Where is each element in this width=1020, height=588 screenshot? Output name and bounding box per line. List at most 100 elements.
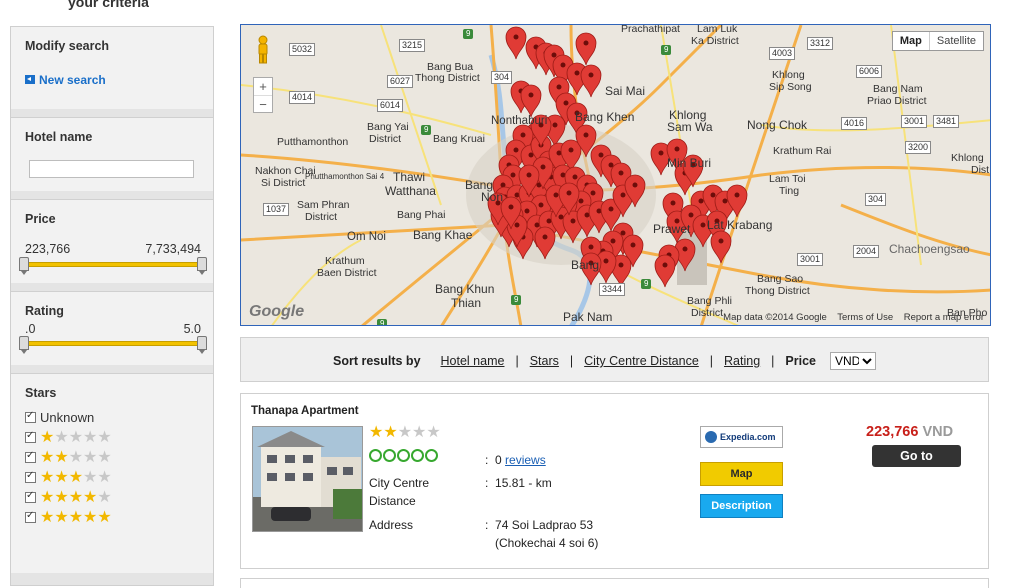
hotel-name-heading: Hotel name: [25, 130, 93, 144]
review-circle-icon: [425, 449, 438, 462]
star-icon: ★: [426, 422, 441, 441]
map-label: District: [305, 211, 338, 223]
stars-filter-checkbox[interactable]: [25, 410, 36, 423]
stars-filter-option[interactable]: ★★★★★: [25, 448, 112, 466]
stars-filter-option[interactable]: ★★★★★: [25, 468, 112, 486]
new-search-label: New search: [39, 73, 106, 87]
map-label: Bang Phai: [397, 209, 446, 221]
map-label: Krathum Rai: [773, 145, 832, 157]
map-label: Chachoengsao: [889, 242, 970, 256]
pin-dot: [563, 100, 569, 106]
pin-dot: [542, 234, 548, 240]
stars-filter-option[interactable]: ★★★★★: [25, 508, 112, 526]
sort-distance-link[interactable]: City Centre Distance: [584, 354, 699, 368]
zoom-in-button[interactable]: +: [254, 78, 272, 95]
map-button[interactable]: Map: [700, 462, 783, 486]
map-label: Nong Chok: [747, 118, 808, 132]
stars-filter-checkbox[interactable]: [25, 490, 36, 503]
stars-filter-checkbox[interactable]: [25, 510, 36, 523]
go-to-button[interactable]: Go to: [872, 445, 961, 467]
map-label: Pak Nam: [563, 310, 613, 324]
modify-search-section: Modify search New search: [11, 27, 213, 109]
pin-dot: [583, 132, 589, 138]
map-label: District: [691, 307, 724, 319]
pin-dot: [513, 34, 519, 40]
price-slider-max-handle[interactable]: [197, 257, 207, 275]
map-label: Khlong: [951, 152, 984, 164]
map-label: Bang Phli: [687, 295, 732, 307]
pin-dot: [546, 218, 552, 224]
rating-min-label: .0: [25, 322, 36, 336]
road-badge: 304: [865, 193, 887, 206]
hotel-map-pin-icon[interactable]: [520, 84, 542, 118]
zoom-out-button[interactable]: −: [254, 95, 272, 112]
hotel-name[interactable]: Thanapa Apartment: [251, 405, 359, 417]
sort-hotel-name-link[interactable]: Hotel name: [441, 354, 505, 368]
rating-slider-min-handle[interactable]: [19, 336, 29, 354]
back-arrow-icon: [25, 75, 35, 84]
star-rating-icons: ★ ★ ★ ★ ★: [40, 489, 112, 505]
pin-dot: [588, 72, 594, 78]
pin-dot: [610, 238, 616, 244]
pin-dot: [566, 190, 572, 196]
map-label: Thong District: [415, 72, 480, 84]
street-view-pegman-icon[interactable]: [255, 35, 271, 65]
results-map[interactable]: Prachathipat Lam Luk Ka District Bang Bu…: [240, 24, 991, 326]
report-map-error-link[interactable]: Report a map error: [904, 312, 984, 323]
hotel-map-pin-icon[interactable]: [580, 64, 602, 98]
review-score-circles: [369, 449, 439, 462]
hotel-map-pin-icon[interactable]: [654, 254, 676, 288]
map-footer: Map data ©2014 Google Terms of Use Repor…: [723, 312, 984, 323]
hotel-name-input[interactable]: [29, 160, 194, 178]
stars-filter-checkbox[interactable]: [25, 430, 36, 443]
pin-dot: [670, 200, 676, 206]
sort-rating-link[interactable]: Rating: [724, 354, 760, 368]
map-label: Thian: [451, 296, 482, 310]
stars-filter-option[interactable]: Unknown: [25, 408, 94, 426]
pin-dot: [620, 192, 626, 198]
pin-dot: [578, 198, 584, 204]
description-button[interactable]: Description: [700, 494, 783, 518]
star-icon: ★: [97, 447, 112, 466]
distance-label: City Centre Distance: [369, 476, 430, 508]
separator: |: [515, 354, 519, 368]
rating-slider-track[interactable]: [23, 341, 203, 346]
stars-filter-checkbox[interactable]: [25, 450, 36, 463]
new-search-link[interactable]: New search: [25, 73, 106, 87]
google-logo: Google: [249, 303, 305, 320]
stars-filter-option[interactable]: ★★★★★: [25, 428, 112, 446]
stars-filter-option[interactable]: ★★★★★: [25, 488, 112, 506]
pin-dot: [698, 198, 704, 204]
reviews-link[interactable]: reviews: [505, 453, 546, 467]
road-badge: 3001: [797, 253, 824, 266]
map-view-button[interactable]: Map: [893, 32, 929, 50]
pin-dot: [513, 147, 519, 153]
map-attribution: Map data ©2014 Google: [723, 312, 827, 323]
star-icon: ★: [412, 422, 427, 441]
star-icon: ★: [54, 447, 69, 466]
price-slider-track[interactable]: [23, 262, 203, 267]
map-label: Baen District: [317, 267, 377, 279]
address-value: : 74 Soi Ladprao 53 (Chokechai 4 soi 6): [485, 518, 599, 550]
stars-filter-checkbox[interactable]: [25, 470, 36, 483]
provider-logo[interactable]: Expedia.com: [700, 426, 783, 448]
page-title: your criteria: [68, 0, 149, 10]
terms-of-use-link[interactable]: Terms of Use: [837, 312, 893, 323]
hotel-photo[interactable]: [252, 426, 363, 532]
pin-dot: [560, 62, 566, 68]
satellite-view-button[interactable]: Satellite: [928, 32, 983, 50]
pin-dot: [618, 170, 624, 176]
price-slider-min-handle[interactable]: [19, 257, 29, 275]
pin-dot: [722, 198, 728, 204]
currency-select[interactable]: VND: [830, 352, 877, 370]
rating-slider-max-handle[interactable]: [197, 336, 207, 354]
stars-filter-label: Unknown: [40, 409, 95, 425]
sort-stars-link[interactable]: Stars: [530, 354, 559, 368]
hotel-map-pin-icon[interactable]: [575, 32, 597, 66]
hotel-map-pin-icon[interactable]: [710, 230, 732, 264]
road-badge: 4016: [841, 117, 868, 130]
star-icon: ★: [54, 487, 69, 506]
map-label: Bang Kruai: [433, 133, 485, 145]
star-rating-icons: ★ ★ ★ ★ ★: [40, 429, 112, 445]
hotel-map-pin-icon[interactable]: [505, 26, 527, 60]
